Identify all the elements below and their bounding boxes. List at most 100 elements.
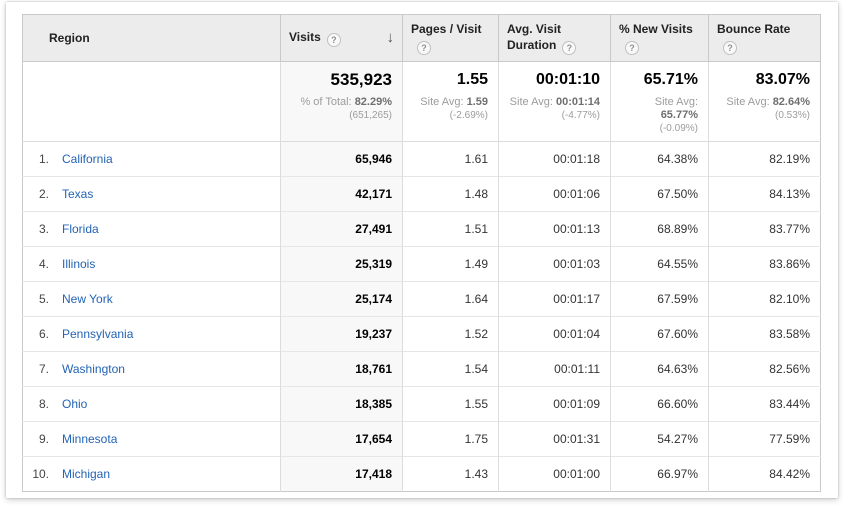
avg-visit-duration-cell: 00:01:06 xyxy=(499,177,611,212)
bounce-rate-cell: 83.77% xyxy=(709,212,821,247)
pages-per-visit-cell: 1.52 xyxy=(403,317,499,352)
column-header-bounce-rate[interactable]: Bounce Rate ? xyxy=(709,15,821,62)
region-link[interactable]: Michigan xyxy=(62,467,110,481)
pages-per-visit-cell: 1.55 xyxy=(403,387,499,422)
pages-per-visit-cell: 1.49 xyxy=(403,247,499,282)
region-link[interactable]: New York xyxy=(62,292,113,306)
column-label-avg-visit-duration: Avg. Visit xyxy=(507,22,561,36)
region-link[interactable]: Texas xyxy=(62,187,93,201)
bounce-rate-cell: 83.58% xyxy=(709,317,821,352)
region-cell: 7. Washington xyxy=(23,352,281,387)
column-header-pages-per-visit[interactable]: Pages / Visit ? xyxy=(403,15,499,62)
help-icon[interactable]: ? xyxy=(723,41,737,55)
table-row: 9. Minnesota 17,654 1.75 00:01:31 54.27%… xyxy=(23,422,821,457)
avg-visit-duration-cell: 00:01:18 xyxy=(499,142,611,177)
region-cell: 10. Michigan xyxy=(23,457,281,492)
column-header-region[interactable]: Region xyxy=(23,15,281,62)
row-rank: 10. xyxy=(23,467,49,481)
pages-per-visit-cell: 1.51 xyxy=(403,212,499,247)
new-visits-cell: 54.27% xyxy=(611,422,709,457)
row-rank: 5. xyxy=(23,292,49,306)
column-label-new-visits: % New Visits xyxy=(619,22,693,36)
pages-per-visit-cell: 1.54 xyxy=(403,352,499,387)
table-row: 7. Washington 18,761 1.54 00:01:11 64.63… xyxy=(23,352,821,387)
region-cell: 9. Minnesota xyxy=(23,422,281,457)
region-link[interactable]: Washington xyxy=(62,362,125,376)
avg-visit-duration-cell: 00:01:09 xyxy=(499,387,611,422)
row-rank: 6. xyxy=(23,327,49,341)
new-visits-cell: 67.59% xyxy=(611,282,709,317)
row-rank: 8. xyxy=(23,397,49,411)
row-rank: 9. xyxy=(23,432,49,446)
row-rank: 1. xyxy=(23,152,49,166)
table-row: 5. New York 25,174 1.64 00:01:17 67.59% … xyxy=(23,282,821,317)
new-visits-cell: 66.97% xyxy=(611,457,709,492)
pages-per-visit-cell: 1.75 xyxy=(403,422,499,457)
region-link[interactable]: Minnesota xyxy=(62,432,117,446)
visits-cell: 19,237 xyxy=(281,317,403,352)
table-row: 1. California 65,946 1.61 00:01:18 64.38… xyxy=(23,142,821,177)
column-label-bounce-rate: Bounce Rate xyxy=(717,22,790,36)
table-row: 4. Illinois 25,319 1.49 00:01:03 64.55% … xyxy=(23,247,821,282)
avg-visit-duration-cell: 00:01:13 xyxy=(499,212,611,247)
column-header-visits[interactable]: Visits? ↓ xyxy=(281,15,403,62)
bounce-rate-cell: 84.42% xyxy=(709,457,821,492)
row-rank: 4. xyxy=(23,257,49,271)
summary-row: 535,923 % of Total: 82.29% (651,265) 1.5… xyxy=(23,62,821,142)
bounce-rate-cell: 83.86% xyxy=(709,247,821,282)
avg-visit-duration-cell: 00:01:00 xyxy=(499,457,611,492)
pages-per-visit-cell: 1.48 xyxy=(403,177,499,212)
summary-bounce-rate: 83.07% Site Avg: 82.64% (0.53%) xyxy=(709,62,821,142)
bounce-rate-cell: 77.59% xyxy=(709,422,821,457)
row-rank: 7. xyxy=(23,362,49,376)
region-cell: 6. Pennsylvania xyxy=(23,317,281,352)
new-visits-cell: 68.89% xyxy=(611,212,709,247)
visits-cell: 17,418 xyxy=(281,457,403,492)
region-cell: 1. California xyxy=(23,142,281,177)
new-visits-cell: 66.60% xyxy=(611,387,709,422)
column-label-visits: Visits? xyxy=(289,29,341,47)
help-icon[interactable]: ? xyxy=(625,41,639,55)
help-icon[interactable]: ? xyxy=(327,33,341,47)
visits-cell: 17,654 xyxy=(281,422,403,457)
table-header-row: Region Visits? ↓ Pages / Visit ? Avg. Vi… xyxy=(23,15,821,62)
table-row: 8. Ohio 18,385 1.55 00:01:09 66.60% 83.4… xyxy=(23,387,821,422)
regions-table: Region Visits? ↓ Pages / Visit ? Avg. Vi… xyxy=(22,14,821,492)
table-row: 10. Michigan 17,418 1.43 00:01:00 66.97%… xyxy=(23,457,821,492)
avg-visit-duration-cell: 00:01:17 xyxy=(499,282,611,317)
new-visits-cell: 64.38% xyxy=(611,142,709,177)
column-header-new-visits[interactable]: % New Visits ? xyxy=(611,15,709,62)
help-icon[interactable]: ? xyxy=(417,41,431,55)
visits-cell: 65,946 xyxy=(281,142,403,177)
region-link[interactable]: Illinois xyxy=(62,257,95,271)
table-row: 6. Pennsylvania 19,237 1.52 00:01:04 67.… xyxy=(23,317,821,352)
region-cell: 8. Ohio xyxy=(23,387,281,422)
help-icon[interactable]: ? xyxy=(562,41,576,55)
visits-cell: 18,385 xyxy=(281,387,403,422)
bounce-rate-cell: 83.44% xyxy=(709,387,821,422)
region-cell: 4. Illinois xyxy=(23,247,281,282)
region-cell: 3. Florida xyxy=(23,212,281,247)
avg-visit-duration-cell: 00:01:03 xyxy=(499,247,611,282)
summary-region-empty xyxy=(23,62,281,142)
visits-cell: 25,174 xyxy=(281,282,403,317)
region-link[interactable]: Florida xyxy=(62,222,99,236)
column-label-region: Region xyxy=(49,31,90,45)
bounce-rate-cell: 84.13% xyxy=(709,177,821,212)
row-rank: 3. xyxy=(23,222,49,236)
bounce-rate-cell: 82.10% xyxy=(709,282,821,317)
pages-per-visit-cell: 1.64 xyxy=(403,282,499,317)
new-visits-cell: 64.63% xyxy=(611,352,709,387)
summary-pages-per-visit: 1.55 Site Avg: 1.59 (-2.69%) xyxy=(403,62,499,142)
pages-per-visit-cell: 1.43 xyxy=(403,457,499,492)
region-link[interactable]: Ohio xyxy=(62,397,87,411)
region-cell: 2. Texas xyxy=(23,177,281,212)
new-visits-cell: 67.50% xyxy=(611,177,709,212)
sort-descending-icon: ↓ xyxy=(387,30,395,46)
visits-cell: 25,319 xyxy=(281,247,403,282)
region-link[interactable]: Pennsylvania xyxy=(62,327,133,341)
region-link[interactable]: California xyxy=(62,152,113,166)
column-header-avg-visit-duration[interactable]: Avg. Visit Duration? xyxy=(499,15,611,62)
avg-visit-duration-cell: 00:01:31 xyxy=(499,422,611,457)
visits-cell: 27,491 xyxy=(281,212,403,247)
